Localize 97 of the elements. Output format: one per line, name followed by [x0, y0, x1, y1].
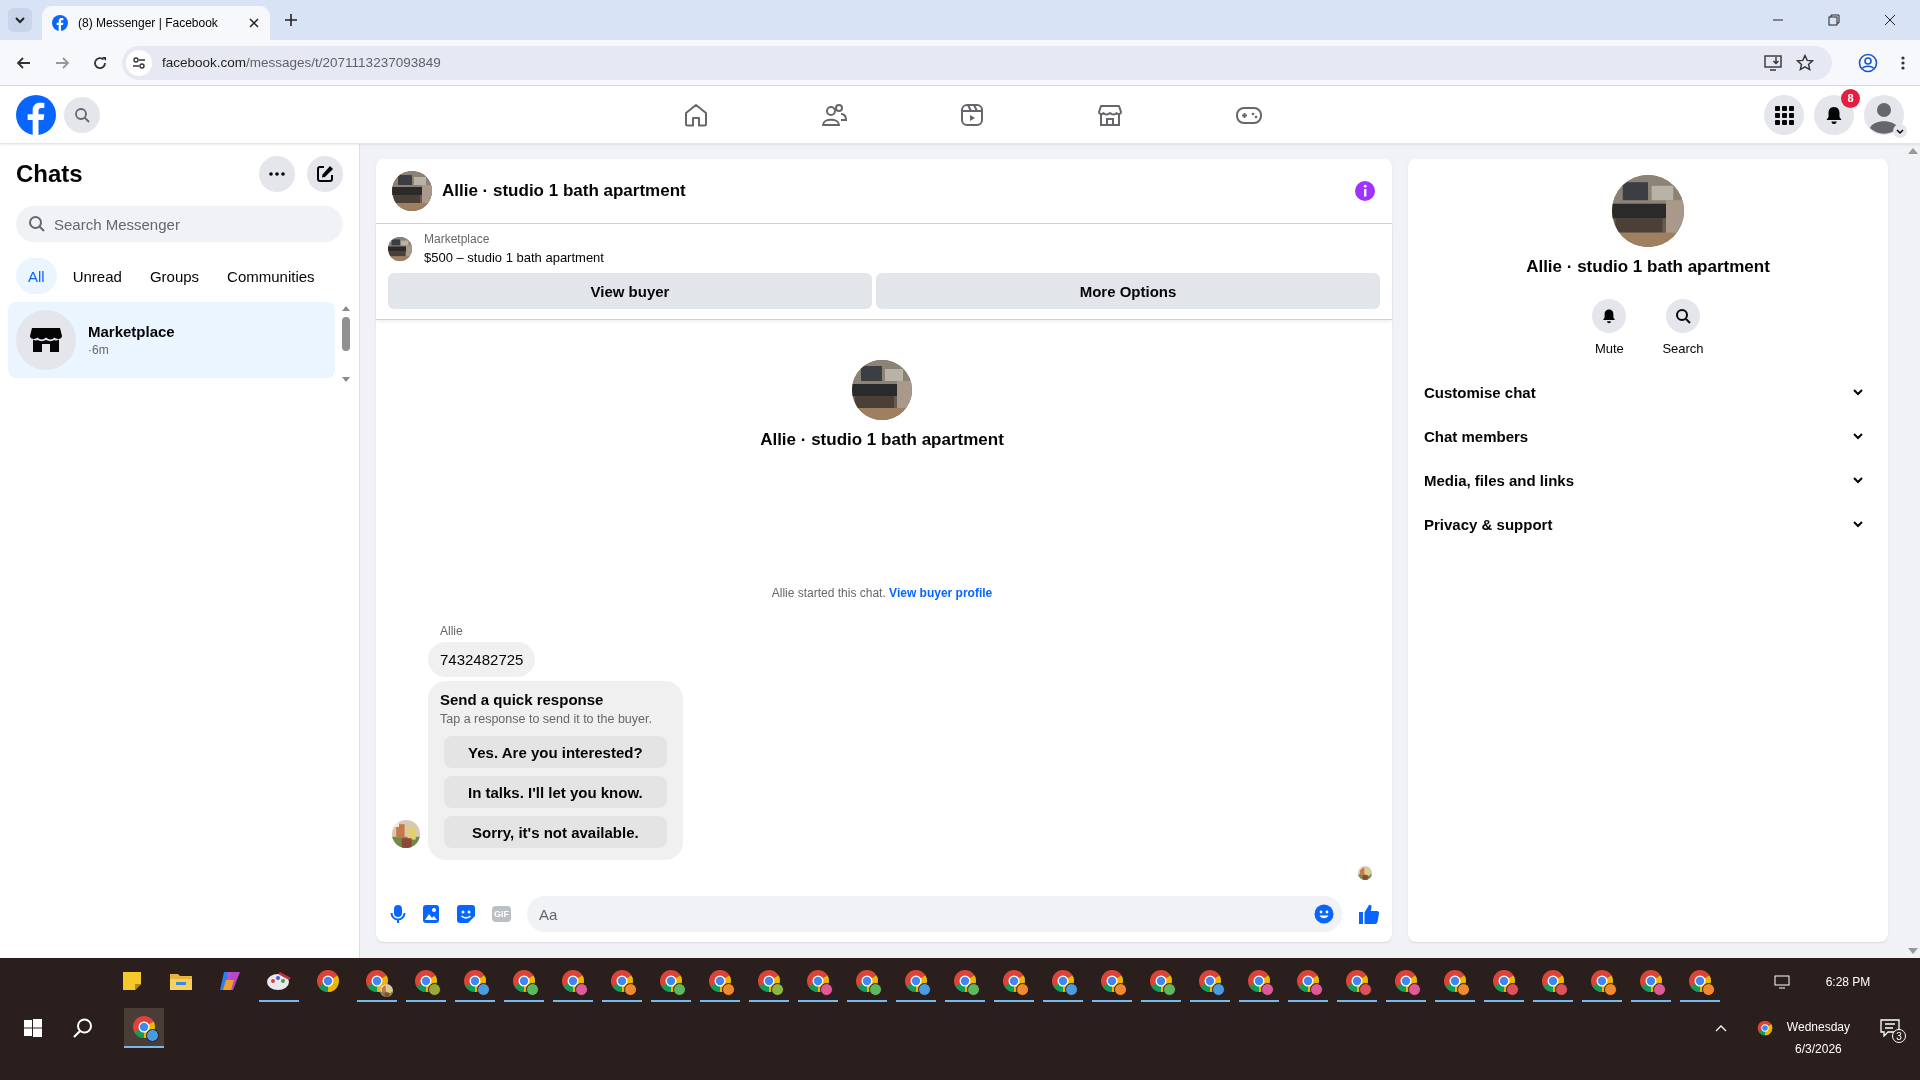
storefront-icon	[16, 310, 76, 370]
compose-icon	[315, 164, 335, 184]
action-button[interactable]: More Options	[876, 273, 1380, 309]
buyer-profile-link[interactable]: View buyer profile	[889, 586, 993, 600]
filter-tab[interactable]: Unread	[60, 258, 134, 294]
account-avatar-icon[interactable]	[1864, 94, 1904, 135]
notification-count: 3	[1892, 1029, 1906, 1043]
clock-date[interactable]: 6/3/2026	[1795, 1042, 1842, 1056]
message-field[interactable]: Aa	[527, 896, 1342, 932]
quick-response-title: Send a quick response	[440, 691, 605, 708]
conversation-title[interactable]: Allie · studio 1 bath apartment	[442, 181, 686, 201]
section-title: Chat members	[1424, 427, 1529, 445]
friends-icon[interactable]	[821, 101, 847, 128]
restore-icon[interactable]	[1828, 14, 1840, 26]
search-icon[interactable]	[72, 1017, 94, 1039]
emoji-icon[interactable]	[1314, 904, 1334, 924]
palette-icon	[266, 970, 292, 992]
more-icon[interactable]	[1900, 54, 1906, 71]
more-icon	[269, 172, 285, 176]
section-title: Privacy & support	[1424, 515, 1553, 533]
section-title: Media, files and links	[1424, 471, 1575, 489]
install-app-icon[interactable]	[1764, 54, 1782, 71]
sender-name: Allie	[440, 624, 463, 638]
filter-tab[interactable]: Groups	[137, 258, 212, 294]
search-field[interactable]: Search Messenger	[16, 206, 343, 242]
menu-button[interactable]	[1764, 94, 1804, 135]
sticky-note-icon	[121, 970, 143, 992]
section-toggle[interactable]: Chat members	[1416, 414, 1880, 458]
browser-tab[interactable]: (8) Messenger | Facebook	[42, 6, 270, 40]
grid-icon	[1774, 104, 1794, 125]
new-tab-icon[interactable]	[284, 13, 298, 27]
listing-source: Marketplace	[424, 232, 491, 246]
windows-start-icon[interactable]	[24, 1019, 42, 1037]
chat-name: Marketplace	[88, 323, 175, 340]
notifications-button[interactable]	[1814, 94, 1854, 135]
folder-icon	[169, 971, 193, 991]
chevron-icon	[14, 14, 26, 26]
video-icon[interactable]	[959, 101, 985, 128]
copilot-icon	[218, 970, 242, 992]
tab-title: (8) Messenger | Facebook	[78, 16, 219, 30]
site-settings-icon[interactable]	[132, 55, 146, 70]
section-toggle[interactable]: Media, files and links	[1416, 458, 1880, 502]
search-icon	[1675, 308, 1691, 324]
chrome-icon	[1756, 1020, 1773, 1036]
reload-icon[interactable]	[92, 54, 108, 71]
close-icon[interactable]	[248, 17, 260, 29]
chevron-up-icon[interactable]	[1714, 1024, 1727, 1032]
back-icon[interactable]	[16, 54, 32, 71]
taskbar-button[interactable]	[124, 1008, 164, 1048]
search-button[interactable]	[1666, 299, 1700, 333]
section-toggle[interactable]: Customise chat	[1416, 370, 1880, 414]
options-button[interactable]	[259, 156, 295, 192]
monitor-icon[interactable]	[1774, 975, 1790, 989]
quick-reply-button[interactable]: Sorry, it's not available.	[444, 816, 667, 848]
section-toggle[interactable]: Privacy & support	[1416, 502, 1880, 546]
caret-icon[interactable]	[1893, 123, 1907, 138]
system-note: Allie started this chat. View buyer profile	[770, 586, 994, 600]
forward-icon[interactable]	[54, 54, 70, 71]
mute-button[interactable]	[1592, 299, 1627, 333]
clock-day[interactable]: Wednesday	[1786, 1020, 1850, 1034]
facebook-icon	[52, 15, 68, 31]
close-icon[interactable]	[1884, 14, 1896, 26]
sticker-icon[interactable]	[456, 904, 476, 924]
image-icon[interactable]	[422, 904, 440, 924]
thumbs-up-icon[interactable]	[1358, 903, 1380, 925]
star-icon[interactable]	[1796, 53, 1814, 72]
bell-icon	[1824, 104, 1844, 125]
notification-badge: 8	[1841, 88, 1860, 108]
bell-icon	[1601, 308, 1618, 324]
url-text: facebook.com/messages/t/2071113237093849	[162, 55, 441, 70]
action-label: Mute	[1594, 341, 1624, 356]
contact-name: Allie · studio 1 bath apartment	[1526, 257, 1770, 277]
chat-item[interactable]: Marketplace ·6m	[8, 302, 335, 378]
message-bubble: 7432482725	[428, 642, 536, 677]
action-button[interactable]: View buyer	[388, 273, 872, 309]
action-label: Search	[1662, 341, 1704, 356]
filter-tab[interactable]: All	[16, 258, 57, 294]
facebook-logo-icon[interactable]	[16, 94, 56, 135]
quick-reply-button[interactable]: In talks. I'll let you know.	[444, 776, 667, 808]
filter-tab[interactable]: Communities	[215, 258, 327, 294]
chat-time: ·6m	[88, 343, 110, 357]
contact-name: Allie · studio 1 bath apartment	[760, 430, 1004, 450]
clock-time[interactable]: 6:28 PM	[1808, 975, 1888, 989]
listing-title: $500 – studio 1 bath apartment	[424, 250, 604, 265]
quick-reply-button[interactable]: Yes. Are you interested?	[444, 736, 667, 768]
new-message-button[interactable]	[307, 156, 343, 192]
address-bar[interactable]: facebook.com/messages/t/2071113237093849	[122, 45, 1832, 80]
profile-icon[interactable]	[1858, 52, 1878, 73]
section-title: Customise chat	[1424, 383, 1536, 401]
microphone-icon[interactable]	[390, 904, 406, 924]
tab-list-button[interactable]	[8, 8, 32, 32]
chats-heading: Chats	[16, 160, 83, 188]
info-icon[interactable]	[1354, 180, 1376, 202]
chrome-icon	[316, 969, 340, 993]
home-icon[interactable]	[683, 101, 709, 128]
quick-response-hint: Tap a response to send it to the buyer.	[440, 712, 653, 726]
search-icon	[74, 106, 90, 123]
